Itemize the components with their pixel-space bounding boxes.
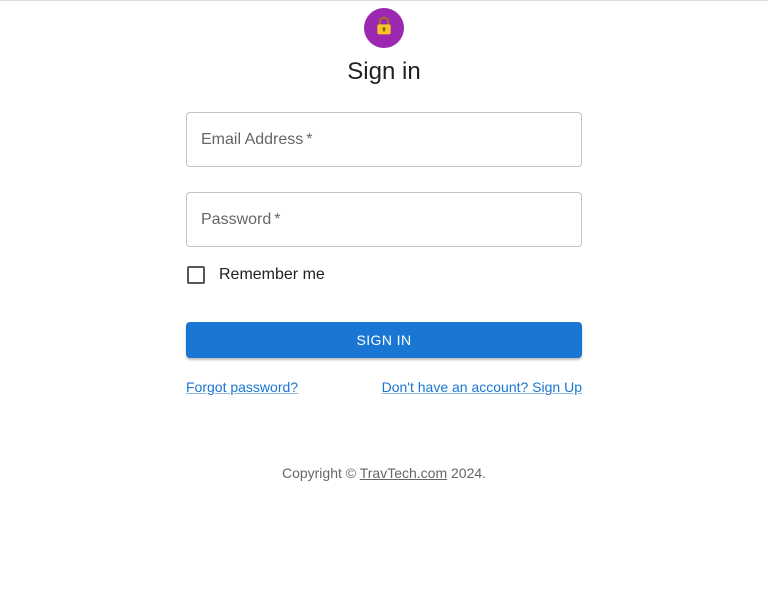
sign-in-button[interactable]: SIGN IN (186, 322, 582, 358)
page-title: Sign in (347, 58, 421, 85)
remember-me-label[interactable]: Remember me (219, 266, 325, 284)
copyright-footer: Copyright © TravTech.com 2024. (0, 465, 768, 481)
password-field[interactable]: Password * (186, 192, 582, 247)
sign-up-link[interactable]: Don't have an account? Sign Up (382, 379, 582, 395)
email-field[interactable]: Email Address * (186, 112, 582, 167)
brand-link[interactable]: TravTech.com (360, 465, 447, 481)
email-input[interactable] (187, 113, 581, 166)
top-divider (0, 0, 768, 1)
remember-me-checkbox[interactable] (187, 266, 205, 284)
remember-me-row[interactable]: Remember me (186, 266, 325, 284)
copyright-prefix: Copyright © (281, 465, 360, 481)
copyright-year: 2024. (447, 465, 487, 481)
avatar (364, 8, 404, 48)
password-input[interactable] (187, 193, 581, 246)
forgot-password-link[interactable]: Forgot password? (186, 379, 298, 395)
lock-icon (374, 16, 394, 41)
